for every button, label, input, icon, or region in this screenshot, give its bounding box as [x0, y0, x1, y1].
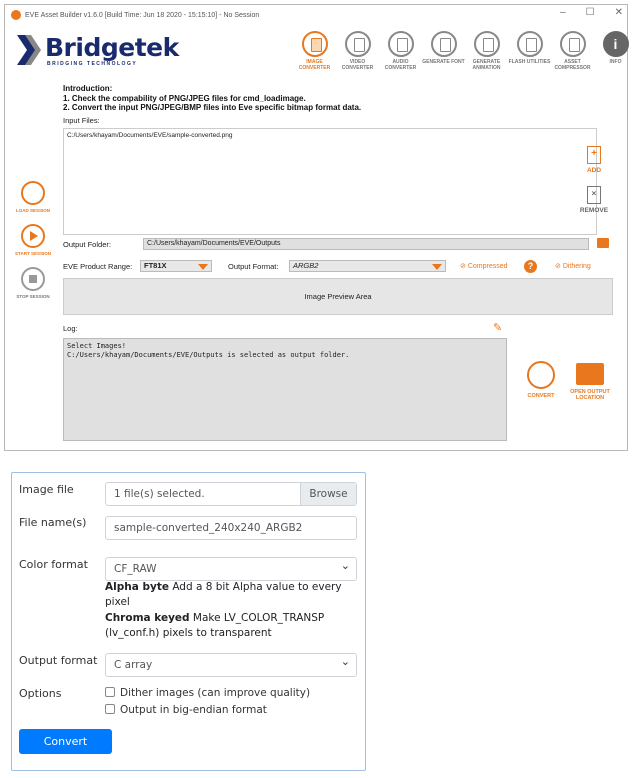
minimize-button[interactable]: – [560, 7, 566, 18]
options-label: Options [19, 687, 62, 700]
title-bar: EVE Asset Builder v1.6.0 [Build Time: Ju… [5, 5, 627, 25]
app-icon [11, 10, 21, 20]
convert-icon [527, 361, 555, 389]
dither-images-checkbox[interactable]: Dither images (can improve quality) [105, 687, 310, 699]
convert-button[interactable]: CONVERT [517, 361, 565, 399]
dithering-checkbox[interactable]: ⊘ Dithering [555, 262, 591, 270]
chroma-keyed-hint: Chroma keyed Make LV_COLOR_TRANSP (lv_co… [105, 612, 325, 639]
output-folder-label: Output Folder: [63, 240, 111, 249]
video-converter-icon [344, 31, 371, 57]
audio-converter-icon [387, 31, 414, 57]
image-file-label: Image file [19, 483, 74, 496]
alpha-byte-hint: Alpha byte Add a 8 bit Alpha value to ev… [105, 581, 342, 608]
flash-icon [516, 31, 543, 57]
folder-open-icon [21, 181, 45, 205]
start-session-button[interactable]: START SESSION [8, 224, 58, 256]
logo-tagline: BRIDGING TECHNOLOGY [47, 61, 138, 67]
folder-add-icon[interactable] [597, 238, 609, 248]
compressor-icon [559, 31, 586, 57]
window-title: EVE Asset Builder v1.6.0 [Build Time: Ju… [25, 11, 260, 19]
convert-submit-button[interactable]: Convert [19, 729, 112, 754]
file-name-input[interactable]: sample-converted_240x240_ARGB2 [105, 516, 357, 540]
browse-button[interactable]: Browse [300, 483, 356, 505]
maximize-button[interactable]: ☐ [586, 7, 595, 18]
tool-info[interactable]: i INFO [594, 29, 635, 71]
intro-line-1: 1. Check the compability of PNG/JPEG fil… [63, 93, 306, 103]
intro-line-2: 2. Convert the input PNG/JPEG/BMP files … [63, 103, 362, 112]
add-button[interactable]: + ADD [577, 146, 611, 174]
dropdown-arrow-icon [198, 264, 208, 270]
stop-icon [21, 267, 45, 291]
tool-image-converter[interactable]: IMAGE CONVERTER [293, 29, 336, 71]
dropdown-arrow-icon [432, 264, 442, 270]
add-file-icon: + [587, 146, 601, 164]
image-converter-icon [301, 31, 328, 57]
remove-file-icon: × [587, 186, 601, 204]
log-label: Log: [63, 324, 78, 333]
close-button[interactable]: ✕ [615, 7, 623, 18]
tool-video-converter[interactable]: VIDEO CONVERTER [336, 29, 379, 71]
output-folder-field[interactable]: C:/Users/khayam/Documents/EVE/Outputs [143, 238, 589, 250]
tool-generate-animation[interactable]: GENERATE ANIMATION [465, 29, 508, 71]
remove-button[interactable]: × REMOVE [577, 186, 611, 214]
tool-asset-compressor[interactable]: ASSET COMPRESSOR [551, 29, 594, 71]
logo-brand: Bridgetek [45, 33, 179, 62]
product-range-select[interactable]: FT81X [140, 260, 212, 272]
big-endian-checkbox[interactable]: Output in big-endian format [105, 704, 267, 716]
input-files-label: Input Files: [63, 116, 100, 125]
load-session-button[interactable]: LOAD SESSION [8, 181, 58, 213]
tool-flash-utilities[interactable]: FLASH UTILITIES [508, 29, 551, 71]
output-format-select[interactable]: ARGB2 [289, 260, 446, 272]
image-preview-area: Image Preview Area [63, 278, 613, 315]
output-format-label: Output Format: [228, 262, 279, 271]
image-converter-form: Image file 1 file(s) selected. Browse Fi… [11, 472, 366, 771]
help-icon[interactable]: ? [524, 260, 537, 273]
color-format-label: Color format [19, 558, 88, 571]
log-output: Select Images! C:/Users/khayam/Documents… [63, 338, 507, 441]
intro-heading: Introduction: [63, 84, 113, 93]
output-format-label: Output format [19, 654, 98, 667]
output-format-select[interactable]: C array [105, 651, 357, 677]
toolbar: IMAGE CONVERTER VIDEO CONVERTER AUDIO CO… [293, 29, 635, 71]
product-range-label: EVE Product Range: [63, 262, 133, 271]
stop-session-button[interactable]: STOP SESSION [8, 267, 58, 299]
input-files-list[interactable]: C:/Users/khayam/Documents/EVE/sample-con… [63, 128, 597, 235]
introduction: Introduction: 1. Check the compability o… [63, 84, 361, 113]
play-icon [21, 224, 45, 248]
image-file-input[interactable]: 1 file(s) selected. Browse [105, 482, 357, 506]
tool-audio-converter[interactable]: AUDIO CONVERTER [379, 29, 422, 71]
animation-icon [473, 31, 500, 57]
compressed-checkbox[interactable]: ⊘ Compressed [460, 262, 508, 270]
logo-icon [17, 35, 41, 65]
color-format-select[interactable]: CF_RAW [105, 555, 357, 581]
info-icon: i [602, 31, 629, 57]
font-icon [430, 31, 457, 57]
clear-log-icon[interactable]: ✎ [493, 321, 505, 334]
file-name-label: File name(s) [19, 516, 87, 529]
tool-generate-font[interactable]: GENERATE FONT [422, 29, 465, 71]
app-window: EVE Asset Builder v1.6.0 [Build Time: Ju… [4, 4, 629, 451]
bridgetek-logo: Bridgetek BRIDGING TECHNOLOGY [13, 31, 179, 71]
open-output-button[interactable]: OPEN OUTPUT LOCATION [566, 363, 614, 401]
folder-open-icon [576, 363, 604, 385]
